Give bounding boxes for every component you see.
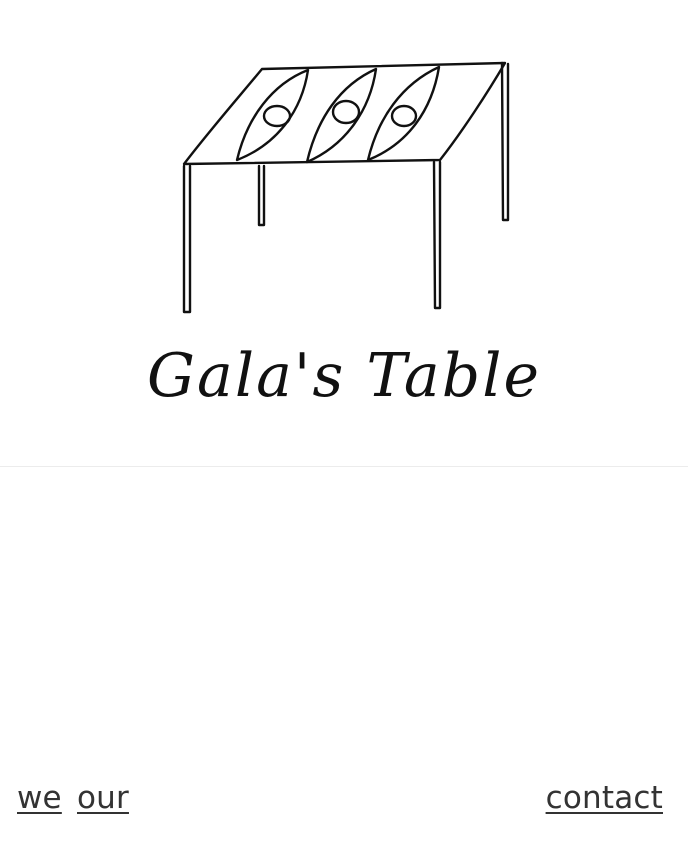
site-header: Gala's Table — [0, 0, 688, 467]
bottom-nav: we our contact — [0, 776, 688, 826]
logo-wordmark: Gala's Table — [147, 341, 539, 410]
gala-table-logo: Gala's Table — [147, 61, 539, 410]
home-logo-link[interactable]: Gala's Table — [130, 50, 560, 410]
eye-icon — [235, 68, 310, 162]
eye-icon — [366, 65, 441, 162]
nav-link-contact[interactable]: contact — [546, 776, 663, 820]
nav-link-we[interactable]: we — [17, 776, 62, 820]
page: Gala's Table we our contact — [0, 0, 688, 864]
eye-icon — [305, 67, 378, 164]
nav-link-our[interactable]: our — [77, 776, 129, 820]
